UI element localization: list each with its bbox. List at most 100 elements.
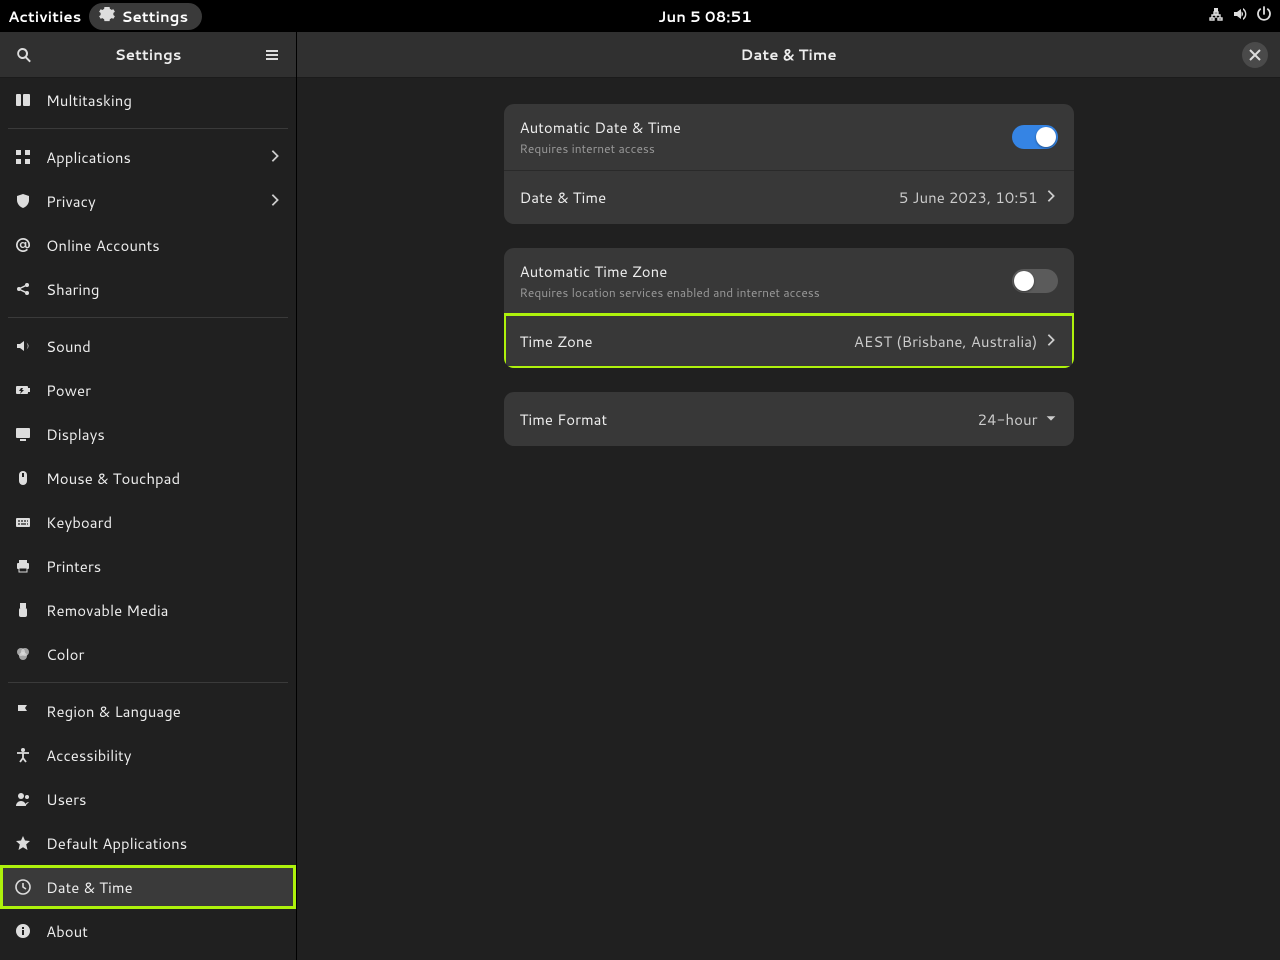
sidebar-item-label: Keyboard — [46, 512, 282, 533]
row-title: Automatic Date & Time — [520, 117, 1012, 138]
sidebar-item-label: Sound — [46, 336, 282, 357]
sidebar-item-label: Power — [46, 380, 282, 401]
sound-icon — [14, 338, 32, 354]
clock-icon — [14, 879, 32, 895]
row-labels: Time Zone — [520, 331, 854, 352]
row-datetime[interactable]: Date & Time5 June 2023, 10:51 — [504, 170, 1074, 224]
sidebar-item-sound[interactable]: Sound — [0, 324, 296, 368]
sidebar-item-power[interactable]: Power — [0, 368, 296, 412]
topbar-clock[interactable]: Jun 5 08:51 — [202, 6, 1208, 27]
apps-icon — [14, 149, 32, 165]
sidebar-item-label: Mouse & Touchpad — [46, 468, 282, 489]
usb-icon — [14, 602, 32, 618]
search-button[interactable] — [10, 41, 38, 69]
chevron-right-icon — [268, 191, 282, 212]
sidebar-item-label: Users — [46, 789, 282, 810]
sidebar-item-label: About — [46, 921, 282, 942]
row-subtitle: Requires internet access — [520, 140, 1012, 157]
color-icon — [14, 646, 32, 662]
toggle-auto-tz[interactable] — [1012, 269, 1058, 293]
network-icon — [1208, 6, 1224, 27]
sidebar-item-about[interactable]: About — [0, 909, 296, 953]
sidebar-item-displays[interactable]: Displays — [0, 412, 296, 456]
sidebar-header: Settings — [0, 32, 296, 78]
sidebar-item-applications[interactable]: Applications — [0, 135, 296, 179]
toggle-auto-datetime[interactable] — [1012, 125, 1058, 149]
search-icon — [16, 47, 32, 63]
sidebar-item-mouse[interactable]: Mouse & Touchpad — [0, 456, 296, 500]
sidebar-item-online-accounts[interactable]: Online Accounts — [0, 223, 296, 267]
row-timezone[interactable]: Time ZoneAEST (Brisbane, Australia) — [504, 314, 1074, 368]
sidebar-list: Multitasking Applications Privacy Online Ac… — [0, 78, 296, 960]
app-indicator-label: Settings — [121, 6, 188, 27]
sidebar-item-label: Removable Media — [46, 600, 282, 621]
settings-group: Automatic Time Zone Requires location ser… — [504, 248, 1074, 368]
activities-button[interactable]: Activities — [8, 6, 81, 27]
display-icon — [14, 426, 32, 442]
row-title: Date & Time — [520, 187, 899, 208]
sidebar-item-label: Privacy — [46, 191, 254, 212]
sidebar-item-removable[interactable]: Removable Media — [0, 588, 296, 632]
sidebar-item-multitasking[interactable]: Multitasking — [0, 78, 296, 122]
row-labels: Automatic Time Zone Requires location ser… — [520, 261, 1012, 301]
row-time-format[interactable]: Time Format24-hour — [504, 392, 1074, 446]
app-indicator[interactable]: Settings — [89, 3, 202, 30]
row-subtitle: Requires location services enabled and i… — [520, 284, 1012, 301]
sidebar-item-region[interactable]: Region & Language — [0, 689, 296, 733]
at-icon — [14, 237, 32, 253]
volume-icon — [1232, 6, 1248, 27]
close-button[interactable] — [1242, 42, 1268, 68]
printer-icon — [14, 558, 32, 574]
close-icon — [1249, 49, 1261, 61]
sidebar-item-label: Color — [46, 644, 282, 665]
keyboard-icon — [14, 514, 32, 530]
sidebar-separator — [8, 317, 288, 318]
settings-content: Automatic Date & Time Requires internet a… — [297, 78, 1280, 960]
settings-group: Time Format24-hour — [504, 392, 1074, 446]
info-icon — [14, 923, 32, 939]
sidebar-item-label: Applications — [46, 147, 254, 168]
row-title: Time Format — [520, 409, 978, 430]
sidebar-item-color[interactable]: Color — [0, 632, 296, 676]
users-icon — [14, 791, 32, 807]
sidebar-item-label: Date & Time — [46, 877, 282, 898]
row-auto-datetime: Automatic Date & Time Requires internet a… — [504, 104, 1074, 170]
hamburger-icon — [264, 47, 280, 63]
sidebar-item-label: Online Accounts — [46, 235, 282, 256]
page-title: Date & Time — [335, 44, 1242, 65]
row-labels: Date & Time — [520, 187, 899, 208]
row-auto-tz: Automatic Time Zone Requires location ser… — [504, 248, 1074, 314]
sidebar-item-privacy[interactable]: Privacy — [0, 179, 296, 223]
star-icon — [14, 835, 32, 851]
row-value: 24-hour — [978, 409, 1038, 430]
chevron-right-icon — [1044, 187, 1058, 208]
row-labels: Time Format — [520, 409, 978, 430]
sidebar-item-accessibility[interactable]: Accessibility — [0, 733, 296, 777]
chevron-right-icon — [1044, 331, 1058, 352]
settings-window: Settings Multitasking Applications Privacy… — [0, 32, 1280, 960]
row-title: Automatic Time Zone — [520, 261, 1012, 282]
row-title: Time Zone — [520, 331, 854, 352]
chevron-right-icon — [268, 147, 282, 168]
mouse-icon — [14, 470, 32, 486]
sidebar-item-date-time[interactable]: Date & Time — [0, 865, 296, 909]
row-labels: Automatic Date & Time Requires internet a… — [520, 117, 1012, 157]
multitasking-icon — [14, 92, 32, 108]
power-icon — [1256, 6, 1272, 27]
settings-sidebar: Settings Multitasking Applications Privacy… — [0, 32, 297, 960]
sidebar-separator — [8, 682, 288, 683]
sidebar-item-label: Sharing — [46, 279, 282, 300]
privacy-icon — [14, 193, 32, 209]
flag-icon — [14, 703, 32, 719]
sidebar-item-label: Printers — [46, 556, 282, 577]
sidebar-item-label: Multitasking — [46, 90, 282, 111]
sidebar-item-keyboard[interactable]: Keyboard — [0, 500, 296, 544]
sidebar-item-label: Accessibility — [46, 745, 282, 766]
status-area[interactable] — [1208, 6, 1272, 27]
row-value: 5 June 2023, 10:51 — [899, 187, 1038, 208]
sidebar-item-sharing[interactable]: Sharing — [0, 267, 296, 311]
sidebar-item-users[interactable]: Users — [0, 777, 296, 821]
sidebar-item-printers[interactable]: Printers — [0, 544, 296, 588]
menu-button[interactable] — [258, 41, 286, 69]
sidebar-item-default-apps[interactable]: Default Applications — [0, 821, 296, 865]
